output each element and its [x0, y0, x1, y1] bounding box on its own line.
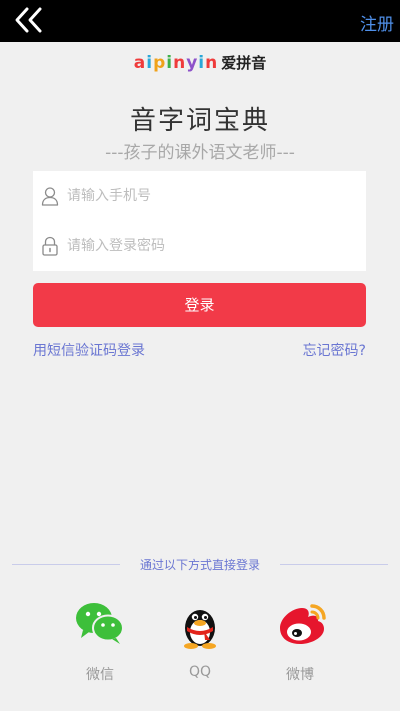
divider-line-right — [280, 564, 388, 565]
forgot-password-link[interactable]: 忘记密码? — [303, 340, 366, 360]
qq-penguin-icon — [184, 610, 216, 649]
brand-letter: n — [205, 53, 219, 73]
sms-login-link[interactable]: 用短信验证码登录 — [33, 340, 145, 360]
qq-label: QQ — [188, 664, 212, 680]
phone-field — [33, 171, 366, 221]
weibo-login-button[interactable]: 微博 — [260, 598, 340, 688]
brand-logo-chinese: 爱拼音 — [221, 54, 267, 72]
wechat-icon — [76, 603, 124, 644]
password-field — [33, 221, 366, 271]
phone-input[interactable] — [67, 183, 347, 209]
brand-letter: y — [186, 53, 199, 73]
brand-logo-latin: aipinyin — [134, 53, 218, 73]
user-icon — [41, 187, 59, 206]
wechat-login-button[interactable]: 微信 — [60, 598, 140, 688]
double-chevron-left-icon — [15, 7, 42, 33]
qq-login-button[interactable]: QQ — [160, 598, 240, 688]
top-bar: 注册 — [0, 0, 400, 42]
wechat-label: 微信 — [86, 667, 114, 683]
weibo-label: 微博 — [286, 667, 314, 683]
app-subtitle: ---孩子的课外语文老师--- — [105, 143, 295, 163]
back-button[interactable] — [10, 4, 50, 38]
brand-letter: p — [153, 53, 167, 73]
brand-letter: n — [173, 53, 187, 73]
brand-letter: a — [133, 53, 147, 73]
login-button[interactable]: 登录 — [33, 283, 366, 327]
weibo-icon — [280, 604, 326, 644]
register-button[interactable]: 注册 — [360, 10, 394, 35]
password-input[interactable] — [67, 233, 347, 259]
login-form — [33, 171, 366, 271]
lock-icon — [42, 236, 58, 256]
app-title: 音字词宝典 — [129, 106, 270, 136]
brand-logo: aipinyin 爱拼音 — [0, 52, 400, 76]
